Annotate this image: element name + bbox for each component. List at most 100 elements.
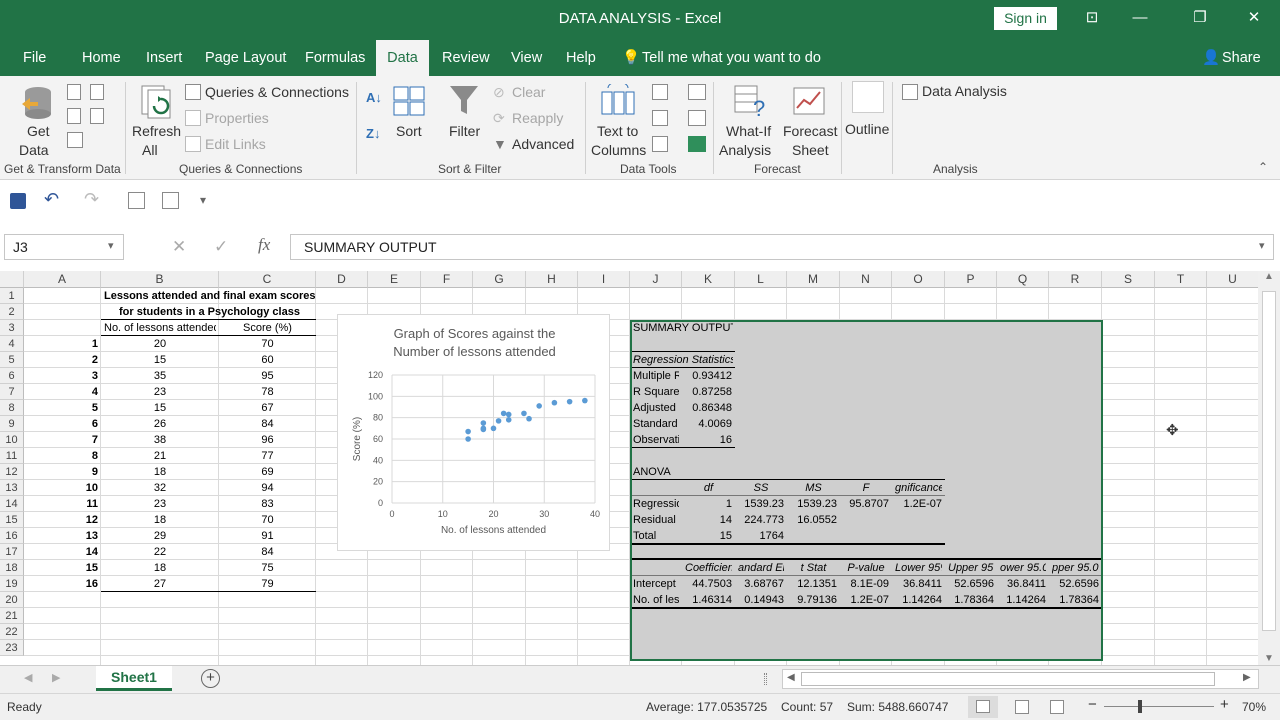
tab-help[interactable]: Help — [566, 40, 596, 76]
column-header[interactable]: Q — [997, 271, 1049, 288]
refresh-label-1[interactable]: Refresh — [132, 123, 181, 139]
horizontal-scrollbar[interactable]: ◀ ▶ — [782, 669, 1259, 689]
collapse-ribbon-icon[interactable]: ⌃ — [1258, 160, 1268, 174]
properties-button[interactable]: Properties — [205, 110, 269, 126]
row-header[interactable]: 23 — [0, 640, 24, 656]
row-header[interactable]: 18 — [0, 560, 24, 576]
data-analysis-button[interactable]: Data Analysis — [922, 83, 1007, 99]
get-data-label-2[interactable]: Data — [19, 142, 49, 158]
column-header[interactable]: N — [840, 271, 892, 288]
tell-me-search[interactable]: Tell me what you want to do — [642, 40, 821, 76]
from-table-icon[interactable] — [67, 108, 81, 124]
row-header[interactable]: 11 — [0, 448, 24, 464]
cancel-icon[interactable]: ✕ — [172, 237, 186, 257]
compare-icon[interactable] — [162, 192, 179, 209]
column-header[interactable]: L — [735, 271, 787, 288]
zoom-slider[interactable] — [1104, 706, 1214, 707]
column-header[interactable]: H — [526, 271, 578, 288]
column-header[interactable]: F — [421, 271, 473, 288]
share-button[interactable]: Share — [1222, 40, 1261, 76]
forecast-sheet-label-1[interactable]: Forecast — [783, 123, 837, 139]
column-header[interactable]: K — [682, 271, 735, 288]
page-break-view-icon[interactable] — [1050, 700, 1064, 714]
refresh-icon[interactable] — [140, 84, 174, 122]
row-header[interactable]: 10 — [0, 432, 24, 448]
scroll-down-icon[interactable]: ▼ — [1264, 653, 1274, 664]
column-header[interactable]: R — [1049, 271, 1102, 288]
customize-qat-icon[interactable]: ▾ — [200, 193, 206, 207]
text-to-columns-icon[interactable] — [600, 81, 636, 118]
from-text-icon[interactable] — [67, 84, 81, 100]
text-to-columns-label-2[interactable]: Columns — [591, 142, 646, 158]
forecast-sheet-label-2[interactable]: Sheet — [792, 142, 829, 158]
column-header[interactable]: P — [945, 271, 997, 288]
select-all-corner[interactable] — [0, 271, 24, 288]
tab-insert[interactable]: Insert — [146, 40, 182, 76]
row-header[interactable]: 1 — [0, 288, 24, 304]
row-header[interactable]: 16 — [0, 528, 24, 544]
form-icon[interactable] — [128, 192, 145, 209]
recent-sources-icon[interactable] — [90, 108, 104, 124]
sign-in-button[interactable]: Sign in — [994, 7, 1057, 30]
row-header[interactable]: 5 — [0, 352, 24, 368]
column-header[interactable]: T — [1155, 271, 1207, 288]
row-header[interactable]: 13 — [0, 480, 24, 496]
column-header[interactable]: D — [316, 271, 368, 288]
queries-connections-button[interactable]: Queries & Connections — [205, 84, 349, 100]
save-icon[interactable] — [10, 193, 26, 209]
scroll-up-icon[interactable]: ▲ — [1264, 271, 1274, 282]
sort-button[interactable]: Sort — [396, 123, 422, 139]
row-header[interactable]: 9 — [0, 416, 24, 432]
add-sheet-icon[interactable]: + — [201, 669, 220, 688]
page-layout-view-icon[interactable] — [1015, 700, 1029, 714]
manage-data-model-icon[interactable] — [688, 136, 706, 152]
formula-input[interactable]: SUMMARY OUTPUT — [290, 234, 1274, 260]
reapply-button[interactable]: Reapply — [512, 110, 563, 126]
consolidate-icon[interactable] — [688, 84, 706, 100]
normal-view-button[interactable] — [968, 696, 998, 718]
row-header[interactable]: 14 — [0, 496, 24, 512]
row-header[interactable]: 8 — [0, 400, 24, 416]
prev-sheet-icon[interactable]: ◀ — [24, 671, 32, 684]
restore-icon[interactable]: ❐ — [1186, 6, 1214, 30]
vertical-scrollbar[interactable]: ▲ ▼ — [1258, 271, 1280, 665]
next-sheet-icon[interactable]: ▶ — [52, 671, 60, 684]
tab-file[interactable]: File — [23, 40, 46, 76]
ribbon-display-options-icon[interactable]: ⊡ — [1078, 6, 1106, 30]
outline-icon[interactable] — [852, 81, 884, 113]
tab-page-layout[interactable]: Page Layout — [205, 40, 286, 76]
what-if-label-2[interactable]: Analysis — [719, 142, 771, 158]
what-if-icon[interactable]: ? — [733, 84, 767, 121]
sheet-tab[interactable]: Sheet1 — [96, 666, 172, 691]
row-header[interactable]: 21 — [0, 608, 24, 624]
row-header[interactable]: 22 — [0, 624, 24, 640]
zoom-slider-thumb[interactable] — [1138, 700, 1142, 713]
tab-view[interactable]: View — [511, 40, 542, 76]
splitter-handle[interactable] — [764, 673, 767, 685]
from-web-icon[interactable] — [90, 84, 104, 100]
row-header[interactable]: 20 — [0, 592, 24, 608]
column-header[interactable]: G — [473, 271, 526, 288]
row-header[interactable]: 6 — [0, 368, 24, 384]
advanced-button[interactable]: Advanced — [512, 136, 574, 152]
clear-button[interactable]: Clear — [512, 84, 545, 100]
sort-za-icon[interactable]: Z↓ — [366, 126, 380, 141]
forecast-sheet-icon[interactable] — [793, 84, 825, 118]
row-header[interactable]: 19 — [0, 576, 24, 592]
column-header[interactable]: M — [787, 271, 840, 288]
relationships-icon[interactable] — [688, 110, 706, 126]
row-header[interactable]: 15 — [0, 512, 24, 528]
zoom-out-icon[interactable]: − — [1088, 696, 1097, 713]
close-icon[interactable]: ✕ — [1240, 6, 1268, 30]
row-header[interactable]: 17 — [0, 544, 24, 560]
zoom-in-icon[interactable]: + — [1220, 696, 1229, 713]
scroll-left-icon[interactable]: ◀ — [787, 672, 795, 683]
column-header[interactable]: C — [219, 271, 316, 288]
undo-icon[interactable]: ↶ — [44, 189, 59, 210]
insert-function-icon[interactable]: fx — [258, 235, 270, 255]
sort-az-icon[interactable]: A↓ — [366, 90, 382, 105]
filter-icon[interactable] — [448, 84, 480, 118]
scroll-right-icon[interactable]: ▶ — [1243, 672, 1251, 683]
outline-button[interactable]: Outline — [845, 121, 889, 137]
get-data-label-1[interactable]: Get — [27, 123, 50, 139]
